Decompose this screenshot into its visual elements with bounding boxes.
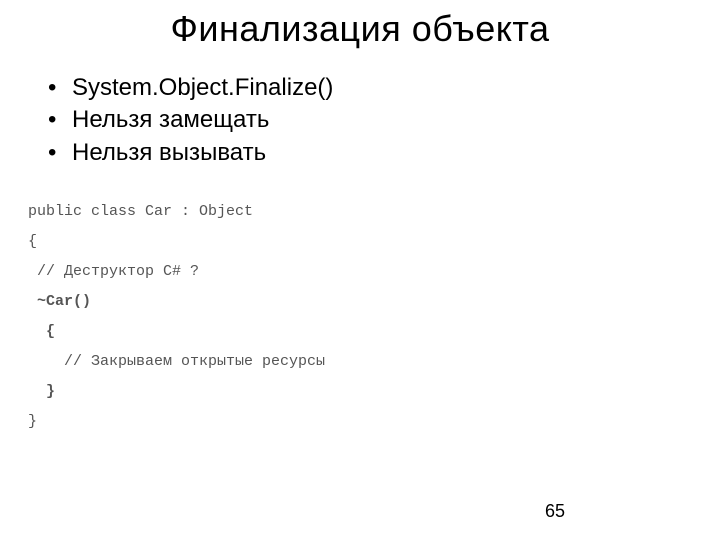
page-number: 65 xyxy=(545,501,565,522)
bullet-list: System.Object.Finalize() Нельзя замещать… xyxy=(48,72,692,169)
bullet-item: Нельзя вызывать xyxy=(48,137,692,169)
code-line: public class Car : Object xyxy=(28,203,253,220)
code-line: // Закрываем открытые ресурсы xyxy=(28,353,325,370)
code-line: { xyxy=(28,233,37,250)
code-line-bold: { xyxy=(28,323,55,340)
code-line-bold: ~Car() xyxy=(28,293,91,310)
code-block: public class Car : Object { // Деструкто… xyxy=(28,197,692,437)
bullet-item: Нельзя замещать xyxy=(48,104,692,136)
code-line-bold: } xyxy=(28,383,55,400)
bullet-item: System.Object.Finalize() xyxy=(48,72,692,104)
slide-title: Финализация объекта xyxy=(28,8,692,50)
code-line: } xyxy=(28,413,37,430)
code-line: // Деструктор С# ? xyxy=(28,263,199,280)
